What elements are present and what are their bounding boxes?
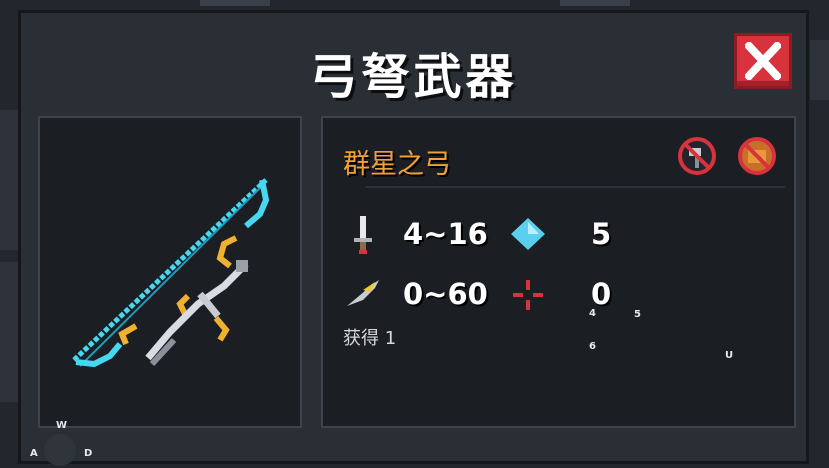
key-hint-4: 4	[589, 308, 596, 319]
weapon-info-dialog: 弓弩武器 群星之弓 4~16 5 0~60 0 获得 1 4 5 6 U	[18, 10, 809, 464]
key-hint-5: 5	[634, 309, 641, 320]
crosshair-icon	[513, 280, 543, 310]
crit-feather-icon	[347, 280, 379, 306]
obtained-count: 获得 1	[343, 328, 397, 349]
no-hammer-badge-icon	[678, 137, 716, 175]
crit-value: 0~60	[403, 277, 488, 311]
damage-value: 4~16	[403, 217, 488, 251]
weapon-image-panel	[38, 116, 302, 428]
background-edge-top	[200, 0, 270, 6]
background-panel-left	[0, 110, 18, 250]
energy-crystal-icon	[511, 218, 545, 250]
spread-value: 0	[591, 277, 612, 311]
weapon-info-panel: 群星之弓 4~16 5 0~60 0 获得 1 4 5 6 U	[321, 116, 796, 428]
background-edge-top-right	[560, 0, 630, 6]
key-hint-w: W	[56, 420, 68, 431]
weapon-name: 群星之弓	[343, 149, 451, 180]
key-hint-6: 6	[589, 341, 596, 352]
star-bow-icon	[72, 178, 270, 368]
key-hint-d: D	[84, 448, 93, 459]
energy-value: 5	[591, 217, 612, 251]
no-chest-badge-icon	[738, 137, 776, 175]
dialog-title: 弓弩武器	[309, 49, 518, 105]
name-divider	[365, 186, 785, 188]
sword-icon	[354, 216, 372, 254]
close-button[interactable]	[734, 33, 792, 89]
key-hint-u: U	[725, 350, 734, 361]
background-panel-left-lower	[0, 262, 18, 402]
virtual-joystick[interactable]	[44, 434, 76, 466]
key-hint-a: A	[30, 448, 38, 459]
background-panel-right	[810, 40, 829, 100]
close-x-icon	[745, 42, 781, 80]
